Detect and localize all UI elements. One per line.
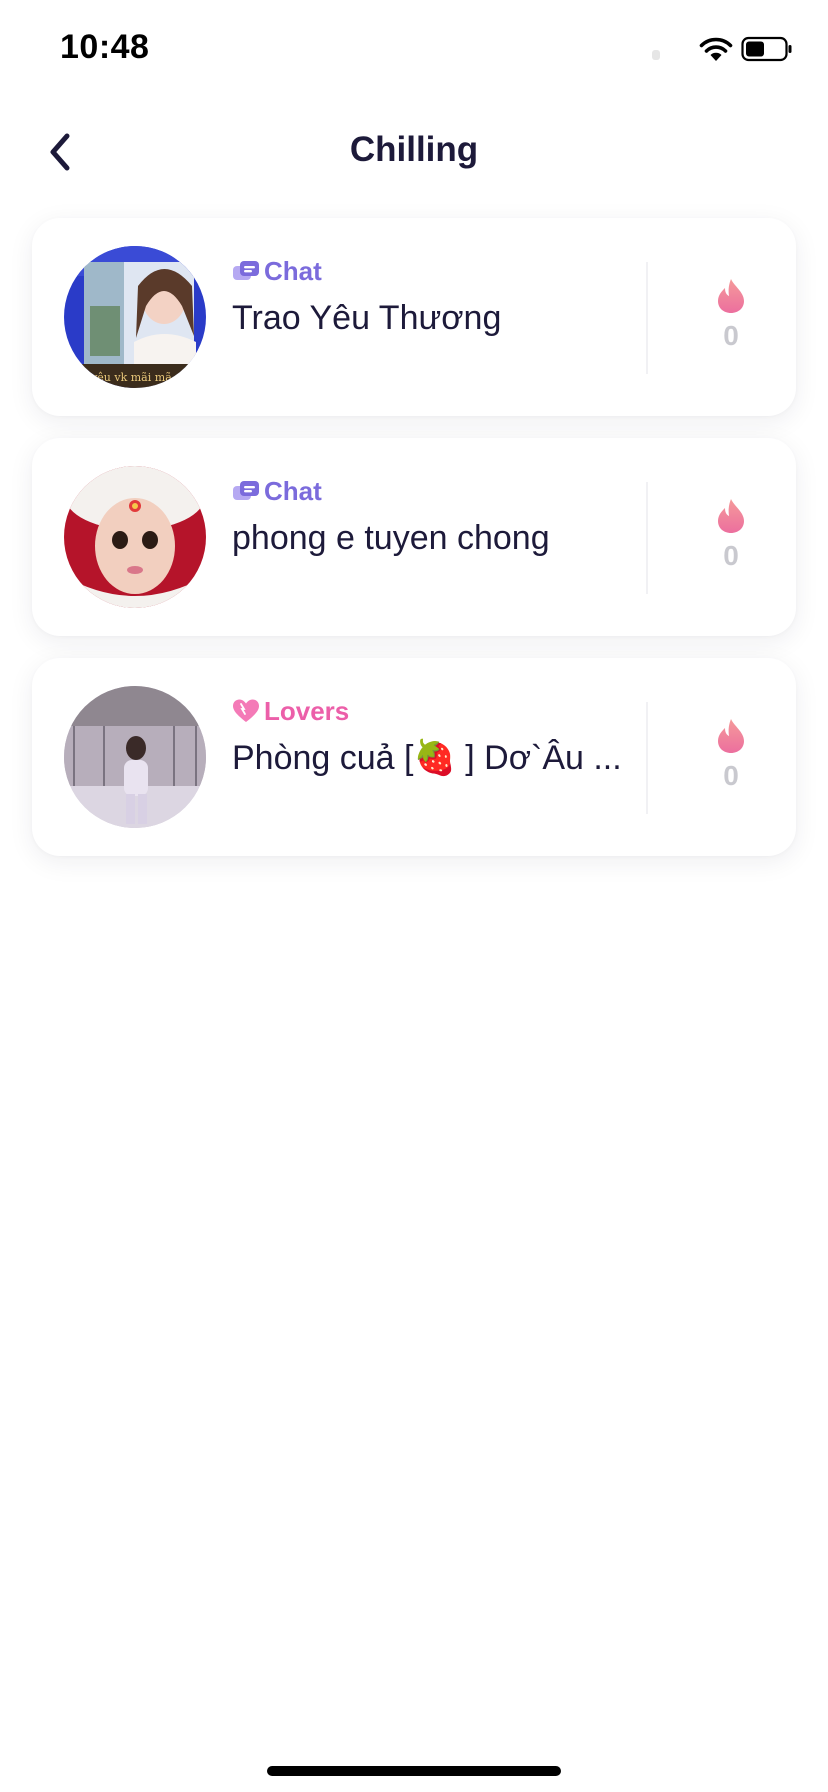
flame-icon [718,279,744,313]
room-card[interactable]: Chat phong e tuyen chong 0 [32,438,796,636]
page-title: Chilling [349,130,479,169]
nav-bar: Chilling [0,100,828,204]
heat-indicator: 0 [686,498,776,572]
avatar-image: Tà yêu vk mãi mã [64,246,206,388]
avatar [64,686,206,828]
heat-indicator: 0 [686,718,776,792]
room-tag-label: Chat [264,475,322,506]
status-bar: 10:48 [0,0,828,100]
heat-count: 0 [723,760,739,791]
wifi-icon [699,37,733,61]
room-info: Chat phong e tuyen chong [232,474,662,562]
heat-count: 0 [723,540,739,571]
room-tag: Chat [232,254,662,288]
heart-icon [233,699,259,722]
avatar-image [64,686,206,828]
flame-icon [718,719,744,753]
room-tag-label: Lovers [264,695,350,726]
room-name: phong e tuyen chong [232,519,550,557]
heat-indicator: 0 [686,278,776,352]
avatar [64,466,206,608]
signal-indicator [652,50,660,60]
home-indicator[interactable] [267,1766,561,1776]
screen: 10:48 Chilling Tà yêu vk mãi mã Chat Tra… [0,0,828,1792]
battery-icon [741,36,792,62]
chat-bubbles-icon [233,261,259,280]
room-info: Chat Trao Yêu Thương [232,254,662,342]
room-name: Trao Yêu Thương [232,299,502,337]
room-card[interactable]: Tà yêu vk mãi mã Chat Trao Yêu Thương 0 [32,218,796,416]
room-name: Phòng cuả [🍓 ] Dơ`Âu ... [232,739,622,777]
avatar: Tà yêu vk mãi mã [64,246,206,388]
room-tag: Lovers [232,694,662,728]
status-time: 10:48 [60,28,150,66]
chat-bubbles-icon [233,481,259,500]
divider [646,702,648,814]
room-tag-label: Chat [264,255,322,286]
room-info: Lovers Phòng cuả [🍓 ] Dơ`Âu ... [232,694,662,782]
avatar-image [64,466,206,608]
room-tag: Chat [232,474,662,508]
flame-icon [718,499,744,533]
divider [646,482,648,594]
room-list: Tà yêu vk mãi mã Chat Trao Yêu Thương 0 … [32,218,796,878]
heat-count: 0 [723,320,739,351]
divider [646,262,648,374]
svg-text:Tà yêu vk mãi mã: Tà yêu vk mãi mã [74,371,172,384]
room-card[interactable]: Lovers Phòng cuả [🍓 ] Dơ`Âu ... 0 [32,658,796,856]
